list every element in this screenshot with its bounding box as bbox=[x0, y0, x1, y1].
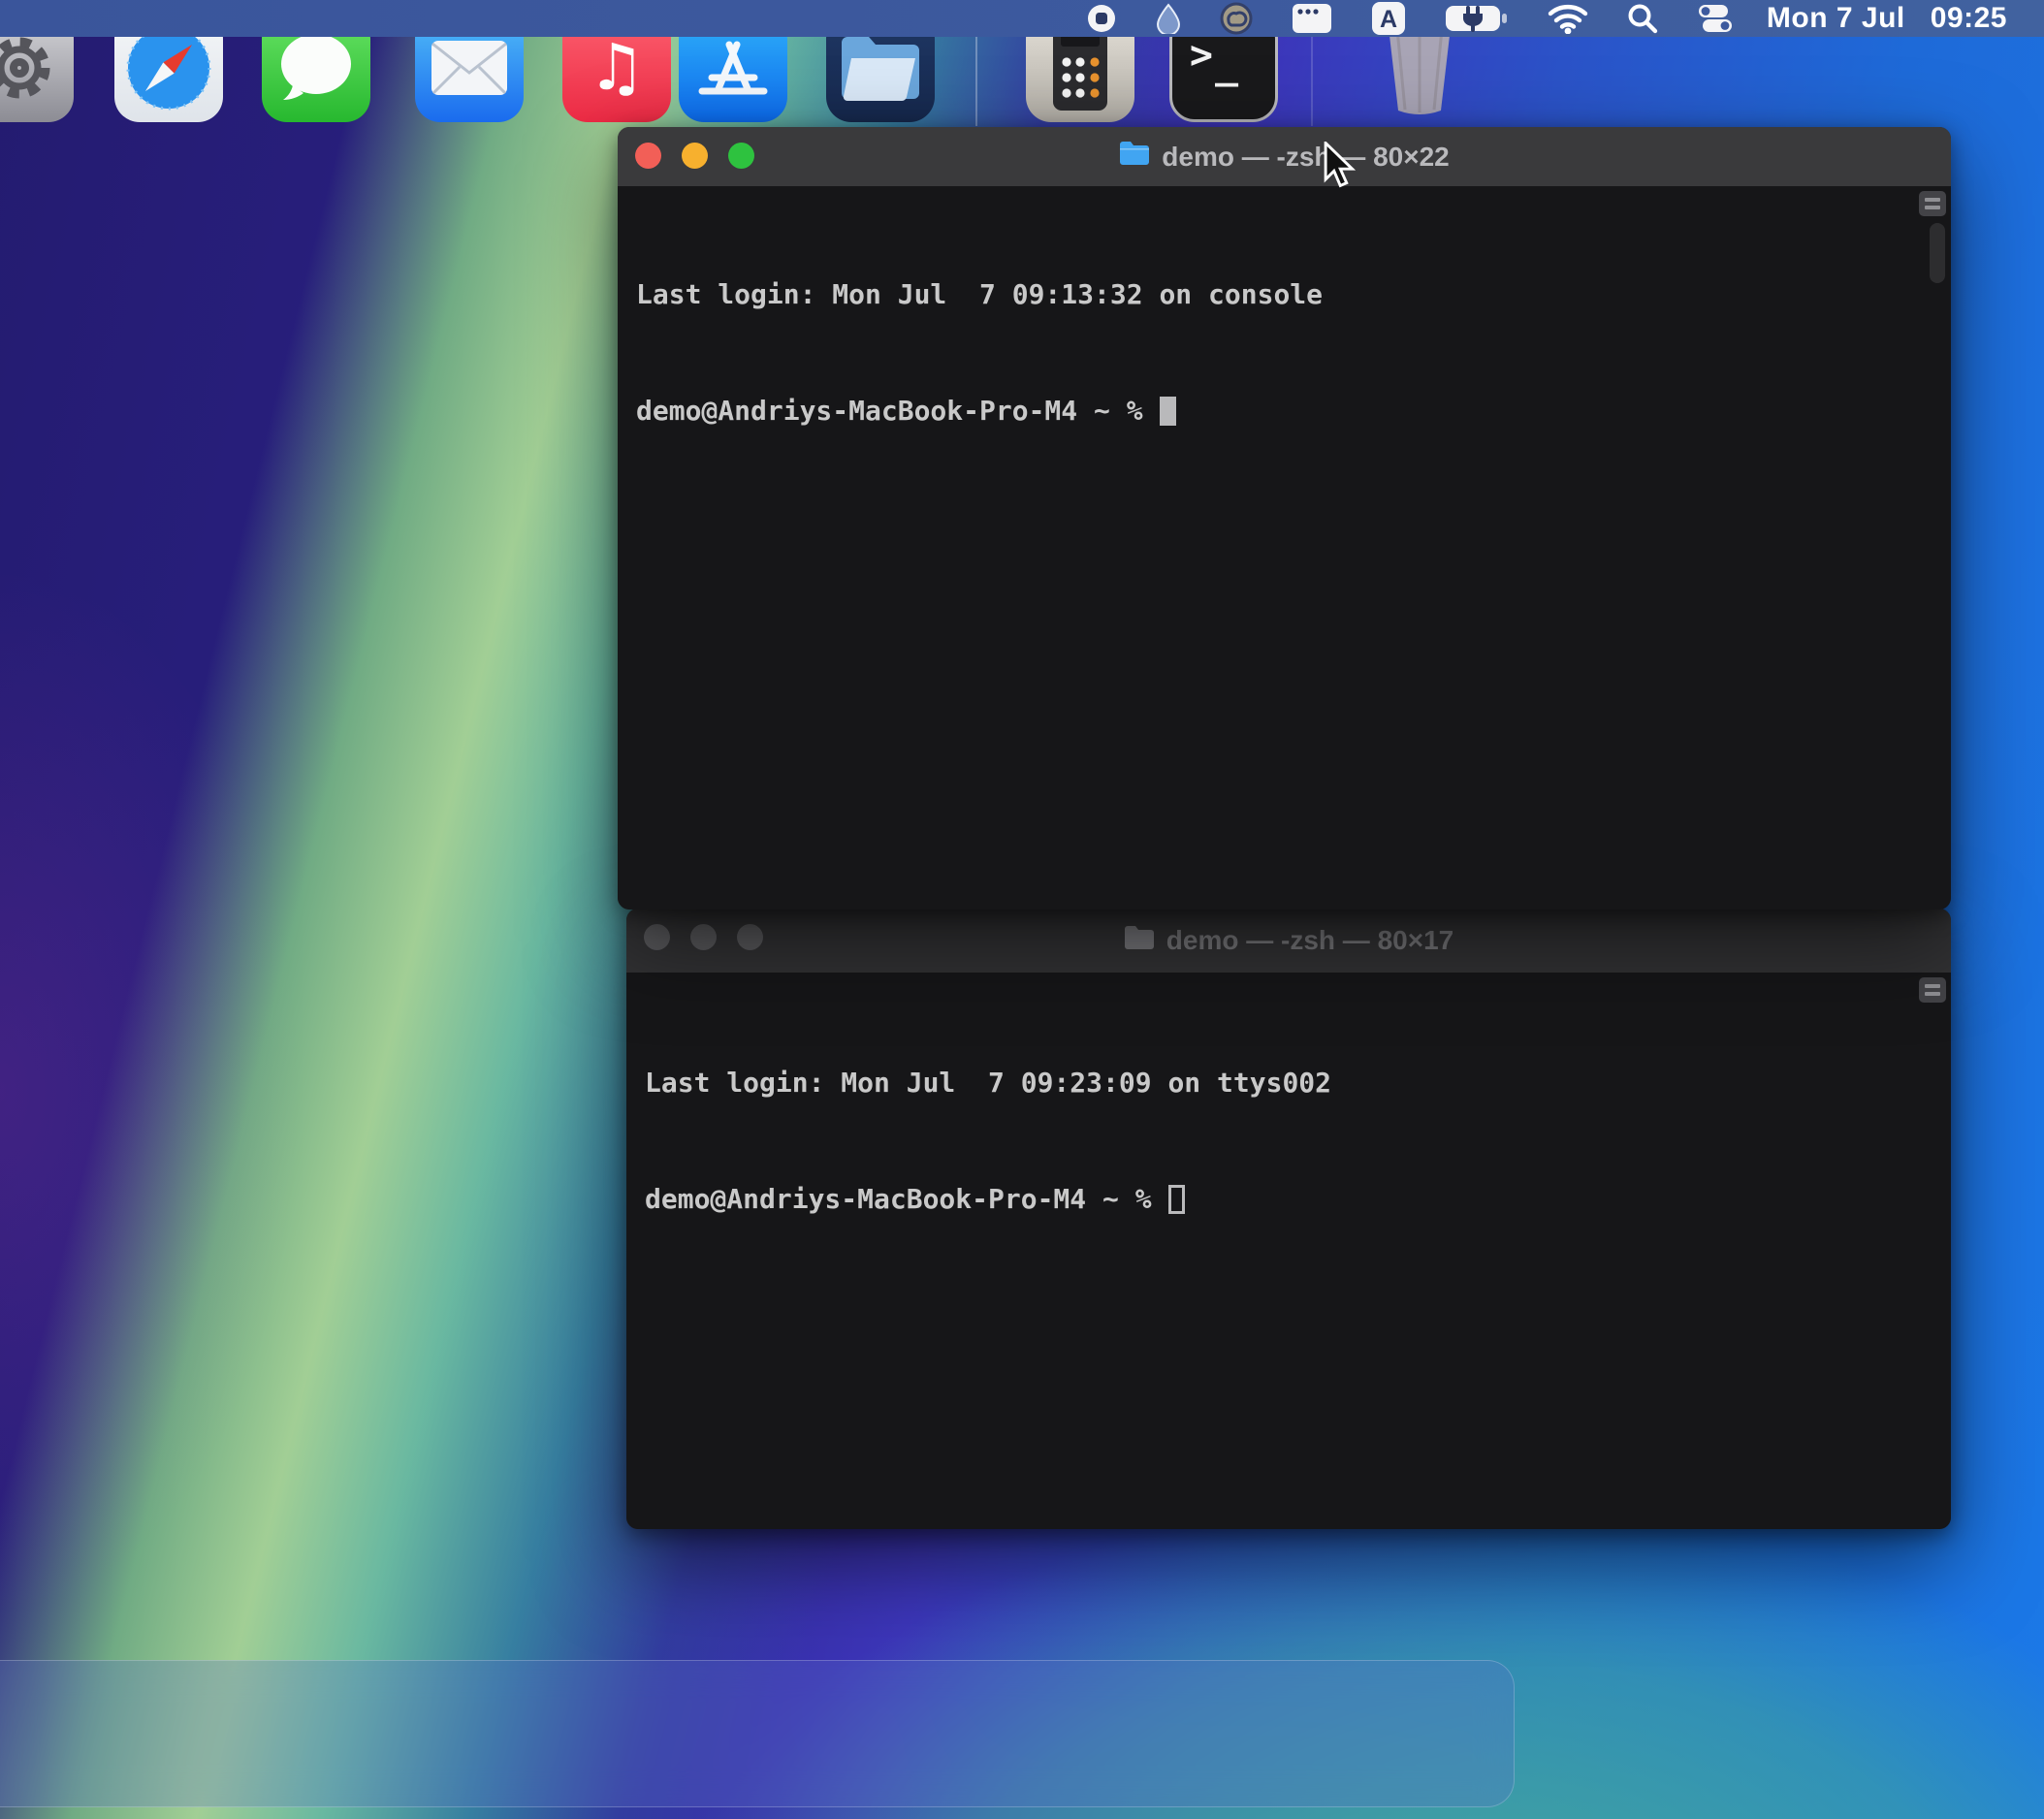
terminal-line: Last login: Mon Jul 7 09:13:32 on consol… bbox=[636, 275, 1912, 314]
terminal-prompt-line: demo@Andriys-MacBook-Pro-M4 ~ % bbox=[636, 392, 1912, 431]
close-button[interactable] bbox=[635, 143, 661, 169]
window-title: demo — -zsh — 80×17 bbox=[1124, 925, 1453, 957]
wifi-icon[interactable] bbox=[1528, 0, 1608, 37]
folder-icon bbox=[1119, 141, 1150, 173]
svg-text:A: A bbox=[1380, 6, 1397, 33]
minimize-button[interactable] bbox=[682, 143, 708, 169]
zoom-button[interactable] bbox=[728, 143, 754, 169]
terminal-front-content[interactable]: Last login: Mon Jul 7 09:13:32 on consol… bbox=[618, 186, 1951, 910]
scrollback-button[interactable] bbox=[1919, 191, 1946, 216]
dock bbox=[0, 1660, 1515, 1807]
window-title-text: demo — -zsh — 80×22 bbox=[1162, 142, 1449, 173]
clock-time: 09:25 bbox=[1931, 2, 2007, 35]
terminal-window-front[interactable]: demo — -zsh — 80×22 Last login: Mon Jul … bbox=[618, 127, 1951, 910]
terminal-front-titlebar[interactable]: demo — -zsh — 80×22 bbox=[618, 127, 1951, 186]
control-center-icon[interactable] bbox=[1677, 0, 1753, 37]
zoom-button[interactable] bbox=[737, 924, 763, 950]
terminal-cursor-inactive bbox=[1168, 1185, 1185, 1214]
minimize-button[interactable] bbox=[690, 924, 717, 950]
terminal-cursor-active bbox=[1160, 397, 1176, 426]
terminal-back-titlebar[interactable]: demo — -zsh — 80×17 bbox=[626, 909, 1951, 973]
clock-date: Mon 7 Jul bbox=[1767, 2, 1905, 35]
droplet-icon[interactable] bbox=[1136, 0, 1200, 37]
adobe-creative-cloud-icon[interactable] bbox=[1200, 0, 1272, 37]
menu-bar: A bbox=[0, 0, 2044, 37]
window-title-text: demo — -zsh — 80×17 bbox=[1166, 925, 1453, 956]
keyboard-icon[interactable] bbox=[1272, 0, 1352, 37]
battery-charging-icon[interactable] bbox=[1425, 0, 1528, 37]
desktop: A bbox=[0, 0, 2044, 1819]
window-title: demo — -zsh — 80×22 bbox=[1119, 141, 1449, 173]
scrollbar-thumb[interactable] bbox=[1930, 223, 1945, 283]
folder-icon bbox=[1124, 925, 1155, 957]
screen-recording-indicator-icon[interactable] bbox=[1067, 0, 1136, 37]
menu-bar-status-area: A bbox=[1067, 0, 2044, 37]
scrollback-button[interactable] bbox=[1919, 977, 1946, 1003]
input-source-a-icon[interactable]: A bbox=[1352, 0, 1425, 37]
spotlight-search-icon[interactable] bbox=[1608, 0, 1677, 37]
prompt-text: demo@Andriys-MacBook-Pro-M4 ~ % bbox=[636, 392, 1143, 431]
terminal-prompt-line: demo@Andriys-MacBook-Pro-M4 ~ % bbox=[645, 1180, 1912, 1219]
close-button[interactable] bbox=[644, 924, 670, 950]
terminal-back-content[interactable]: Last login: Mon Jul 7 09:23:09 on ttys00… bbox=[626, 973, 1951, 1529]
menu-bar-clock[interactable]: Mon 7 Jul 09:25 bbox=[1767, 2, 2007, 35]
terminal-line: Last login: Mon Jul 7 09:23:09 on ttys00… bbox=[645, 1064, 1912, 1102]
mouse-cursor bbox=[1321, 142, 1361, 197]
terminal-window-back[interactable]: demo — -zsh — 80×17 Last login: Mon Jul … bbox=[626, 909, 1951, 1529]
prompt-text: demo@Andriys-MacBook-Pro-M4 ~ % bbox=[645, 1180, 1152, 1219]
